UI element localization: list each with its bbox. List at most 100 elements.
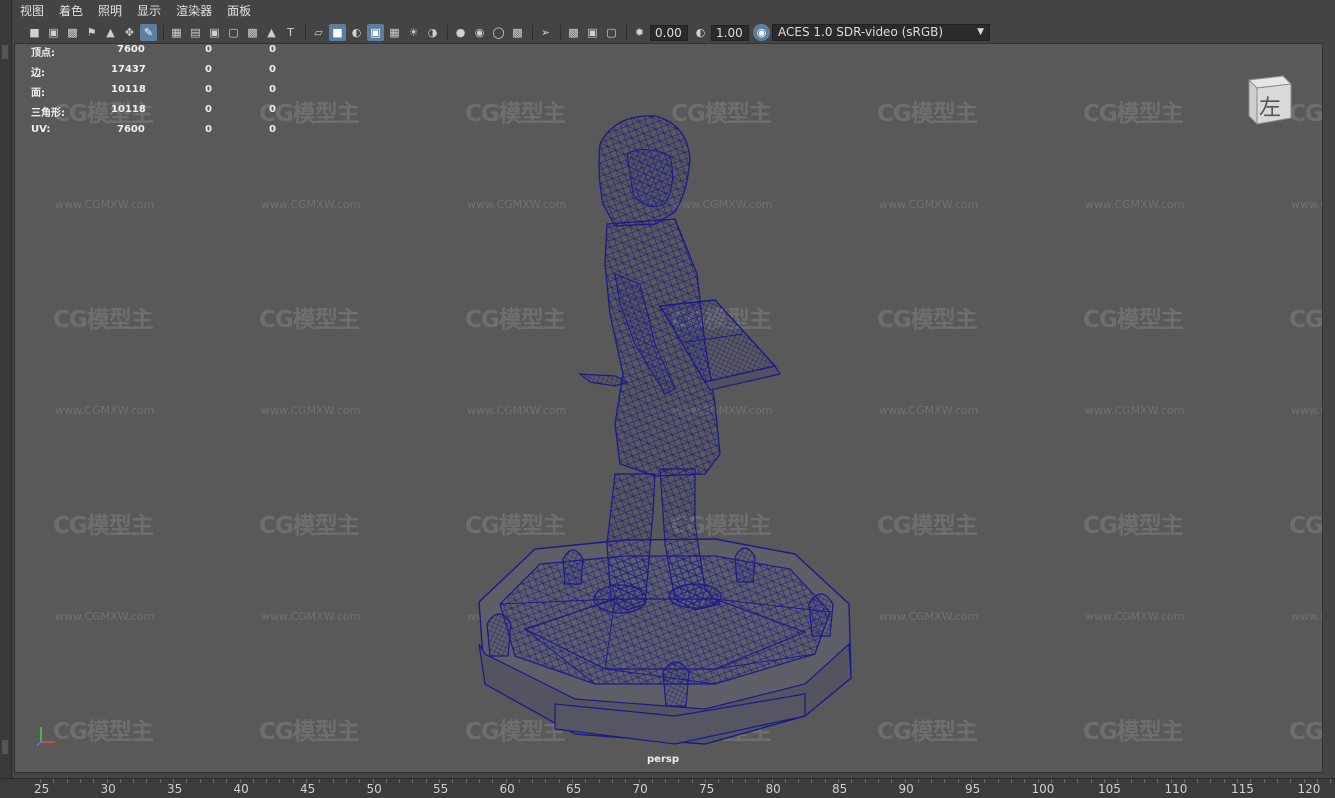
hud-value: 0 bbox=[205, 44, 212, 55]
3d-viewport[interactable]: CG模型主 CG模型主 CG模型主 CG模型主 www.CGMXW.com www.CGM… bbox=[14, 43, 1323, 773]
view-cube-face-label: 左 bbox=[1259, 96, 1282, 121]
2d-pan-zoom-icon[interactable]: ✥ bbox=[121, 24, 138, 41]
timeline-tick bbox=[399, 779, 401, 783]
smooth-shade-icon[interactable]: ■ bbox=[329, 24, 346, 41]
field-chart-icon[interactable]: ▩ bbox=[244, 24, 261, 41]
image-plane-icon[interactable]: ▲ bbox=[102, 24, 119, 41]
anti-aliasing-icon[interactable]: ◯ bbox=[490, 24, 507, 41]
menu-lighting[interactable]: 照明 bbox=[90, 0, 129, 22]
isolate-select-icon[interactable]: ➢ bbox=[537, 24, 554, 41]
timeline-tick bbox=[1263, 779, 1265, 783]
timeline-tick bbox=[1050, 779, 1052, 783]
time-slider[interactable]: 25 30 35 40 45 50 55 60 65 70 75 80 85 90 95 100 105 110 1… bbox=[0, 778, 1335, 798]
timeline-tick bbox=[944, 779, 946, 783]
bookmark-camera-icon[interactable]: ▩ bbox=[64, 24, 81, 41]
timeline-tick bbox=[1250, 779, 1252, 783]
film-gate-icon[interactable]: ▤ bbox=[187, 24, 204, 41]
default-material-icon[interactable]: ◐ bbox=[348, 24, 365, 41]
timeline-frame-label: 25 bbox=[34, 782, 50, 796]
timeline-tick bbox=[505, 779, 507, 783]
hud-value: 0 bbox=[205, 64, 212, 75]
toolbar-separator bbox=[163, 25, 164, 40]
timeline-frame-label: 70 bbox=[632, 782, 648, 796]
safe-title-icon[interactable]: T bbox=[282, 24, 299, 41]
color-space-dropdown[interactable]: ACES 1.0 SDR-video (sRGB) ▼ bbox=[772, 24, 990, 41]
menu-show[interactable]: 显示 bbox=[129, 0, 168, 22]
view-cube[interactable]: 左 bbox=[1239, 74, 1293, 130]
menu-panels[interactable]: 面板 bbox=[219, 0, 258, 22]
menu-view[interactable]: 视图 bbox=[12, 0, 51, 22]
safe-action-icon[interactable]: ▲ bbox=[263, 24, 280, 41]
timeline-tick bbox=[957, 779, 959, 783]
timeline-tick bbox=[611, 779, 613, 783]
timeline-tick bbox=[1170, 779, 1172, 783]
toolbar-separator bbox=[560, 25, 561, 40]
timeline-tick bbox=[425, 779, 427, 783]
timeline-frame-label: 110 bbox=[1164, 782, 1188, 796]
timeline-frame-label: 80 bbox=[765, 782, 781, 796]
timeline-tick bbox=[625, 779, 627, 783]
timeline-tick bbox=[1037, 779, 1039, 783]
color-management-icon[interactable]: ◉ bbox=[753, 24, 770, 41]
timeline-tick bbox=[412, 779, 414, 783]
timeline-tick bbox=[212, 779, 214, 783]
camera-icon[interactable]: ■ bbox=[26, 24, 43, 41]
screen-space-ao-icon[interactable]: ● bbox=[452, 24, 469, 41]
octagon-base bbox=[478, 538, 852, 745]
motion-blur-icon[interactable]: ◉ bbox=[471, 24, 488, 41]
shadows-icon[interactable]: ◑ bbox=[424, 24, 441, 41]
dock-handle[interactable] bbox=[2, 45, 8, 59]
textured-icon[interactable]: ▦ bbox=[386, 24, 403, 41]
timeline-tick bbox=[984, 779, 986, 783]
grease-pencil-icon[interactable]: ✎ bbox=[140, 24, 157, 41]
exposure-icon[interactable]: ✹ bbox=[631, 24, 648, 41]
timeline-tick bbox=[585, 779, 587, 783]
timeline-tick bbox=[252, 779, 254, 783]
timeline-tick bbox=[1157, 779, 1159, 783]
backface-icon[interactable]: ▢ bbox=[603, 24, 620, 41]
toolbar-separator bbox=[305, 25, 306, 40]
timeline-tick bbox=[798, 779, 800, 783]
timeline-tick bbox=[66, 779, 68, 783]
timeline-tick bbox=[744, 779, 746, 783]
timeline-tick bbox=[1143, 779, 1145, 783]
timeline-tick bbox=[811, 779, 813, 783]
xray-joints-icon[interactable]: ▣ bbox=[584, 24, 601, 41]
menu-shading[interactable]: 着色 bbox=[51, 0, 90, 22]
timeline-tick bbox=[598, 779, 600, 783]
camera-attributes-icon[interactable]: ▣ bbox=[45, 24, 62, 41]
wireframe-icon[interactable]: ▱ bbox=[310, 24, 327, 41]
timeline-tick bbox=[1183, 779, 1185, 783]
gamma-icon[interactable]: ◐ bbox=[692, 24, 709, 41]
gate-mask-icon[interactable]: ▢ bbox=[225, 24, 242, 41]
resolution-gate-icon[interactable]: ▣ bbox=[206, 24, 223, 41]
hud-value: 0 bbox=[269, 104, 276, 115]
timeline-tick bbox=[518, 779, 520, 783]
timeline-tick bbox=[40, 779, 41, 783]
timeline-tick bbox=[691, 779, 693, 783]
hud-value: 7600 bbox=[117, 124, 145, 135]
grid-icon[interactable]: ▦ bbox=[168, 24, 185, 41]
exposure-field[interactable] bbox=[650, 24, 688, 41]
timeline-tick bbox=[266, 779, 268, 783]
timeline-tick bbox=[319, 779, 321, 783]
timeline-tick bbox=[1117, 779, 1119, 783]
depth-of-field-icon[interactable]: ▩ bbox=[509, 24, 526, 41]
timeline-tick bbox=[731, 779, 733, 783]
gamma-field[interactable] bbox=[711, 24, 749, 41]
timeline-frame-label: 95 bbox=[965, 782, 981, 796]
use-lights-icon[interactable]: ☀ bbox=[405, 24, 422, 41]
dock-handle[interactable] bbox=[2, 740, 8, 754]
timeline-tick bbox=[452, 779, 454, 783]
timeline-tick bbox=[146, 779, 148, 783]
menu-renderer[interactable]: 渲染器 bbox=[168, 0, 219, 22]
dagger bbox=[578, 373, 629, 387]
timeline-tick bbox=[838, 779, 839, 783]
character-statue-wireframe-model[interactable] bbox=[15, 44, 1323, 773]
xray-icon[interactable]: ▩ bbox=[565, 24, 582, 41]
wireframe-on-shaded-icon[interactable]: ▣ bbox=[367, 24, 384, 41]
timeline-tick bbox=[784, 779, 786, 783]
timeline-tick bbox=[173, 779, 174, 783]
bookmark-icon[interactable]: ⚑ bbox=[83, 24, 100, 41]
timeline-tick bbox=[1330, 779, 1332, 783]
